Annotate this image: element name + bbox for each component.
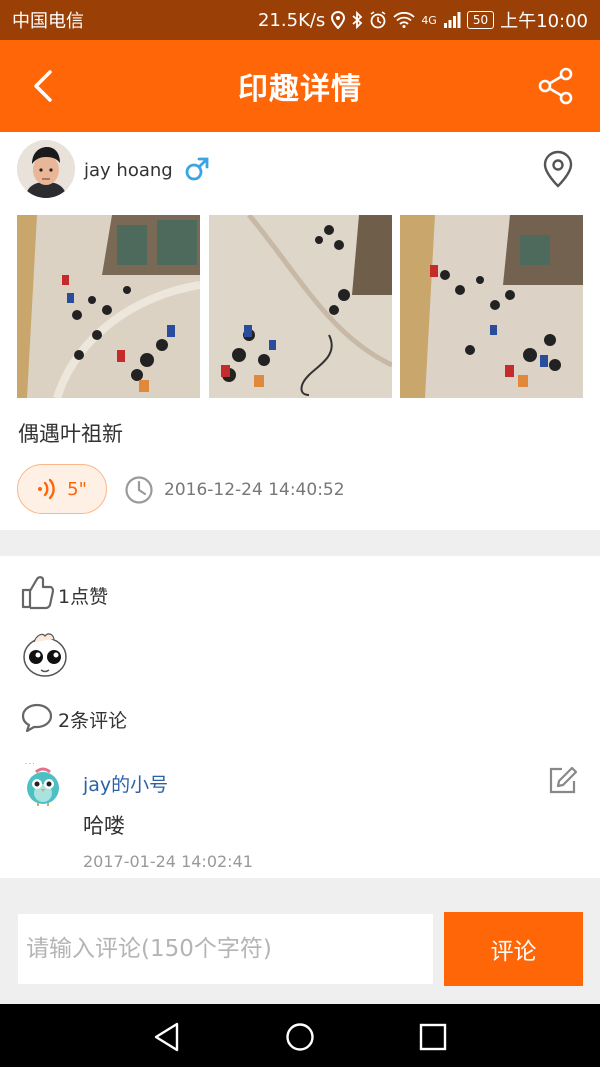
nav-back-icon[interactable] [150, 1020, 184, 1054]
system-nav-bar [0, 1004, 600, 1067]
status-icons: 21.5K/s 4G 50 上午10:00 [258, 7, 588, 33]
social-section: 1点赞 2条评论 · · · jay的小号 哈喽 2017-01-24 14:0… [0, 556, 600, 878]
male-icon [185, 157, 209, 181]
comment-input-bar: 评论 [0, 896, 600, 1004]
post-timestamp: 2016-12-24 14:40:52 [164, 480, 345, 500]
comment-text: 哈喽 [83, 814, 125, 838]
comment-author-name[interactable]: jay的小号 [83, 770, 168, 797]
status-bar: 中国电信 21.5K/s 4G 50 上午10:00 [0, 0, 600, 40]
username[interactable]: jay hoang [84, 160, 173, 181]
bluetooth-icon [352, 11, 363, 29]
post-photo-3[interactable] [400, 215, 583, 398]
thumbs-up-icon[interactable] [20, 574, 54, 610]
battery-level: 50 [466, 11, 495, 29]
edit-icon[interactable] [546, 765, 578, 797]
svg-text:· · ·: · · · [25, 761, 35, 768]
sound-wave-icon [38, 478, 55, 500]
location-status-icon [331, 11, 346, 29]
liker-avatar[interactable] [22, 630, 68, 678]
clock-icon [125, 476, 153, 504]
comment-time: 2017-01-24 14:02:41 [83, 852, 253, 871]
submit-comment-button[interactable]: 评论 [444, 912, 583, 986]
nav-home-icon[interactable] [283, 1020, 317, 1054]
location-pin-icon[interactable] [542, 150, 574, 188]
share-icon[interactable] [536, 66, 576, 106]
comment-count: 2条评论 [58, 710, 128, 732]
comment-input[interactable] [18, 914, 433, 984]
post-caption: 偶遇叶祖新 [18, 422, 123, 446]
clock-time: 上午10:00 [500, 11, 588, 32]
page-title: 印趣详情 [238, 72, 362, 107]
network-type: 4G [421, 13, 437, 27]
avatar[interactable] [17, 140, 75, 198]
voice-duration: 5" [67, 478, 87, 500]
carrier-name: 中国电信 [12, 11, 84, 32]
title-bar: 印趣详情 [0, 40, 600, 132]
post-card: jay hoang 偶遇叶祖新 5" 2016-12-24 14:40:52 [0, 132, 600, 530]
network-speed: 21.5K/s [257, 9, 326, 31]
signal-icon [443, 12, 461, 28]
comment-bubble-icon [21, 703, 53, 733]
post-photo-2[interactable] [209, 215, 392, 398]
back-arrow-icon[interactable] [26, 64, 66, 108]
comment-author-avatar[interactable]: · · · [22, 760, 64, 806]
nav-recents-icon[interactable] [416, 1020, 450, 1054]
post-photo-1[interactable] [17, 215, 200, 398]
like-count: 1点赞 [58, 586, 109, 608]
alarm-icon [370, 11, 386, 29]
wifi-icon [393, 12, 415, 28]
voice-play-button[interactable]: 5" [17, 464, 107, 514]
